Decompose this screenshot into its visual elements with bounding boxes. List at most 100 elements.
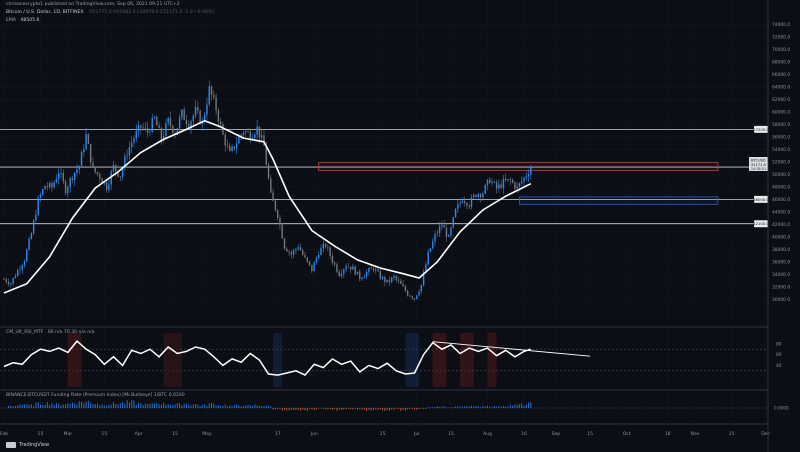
candle-body bbox=[457, 204, 459, 209]
candle-body bbox=[308, 261, 311, 265]
funding-bar bbox=[131, 400, 133, 408]
candle-body bbox=[44, 186, 46, 190]
candle-body bbox=[365, 272, 368, 277]
funding-bar bbox=[288, 408, 290, 411]
candle-body bbox=[397, 279, 400, 281]
candle-body bbox=[306, 257, 309, 262]
candle-body bbox=[112, 164, 115, 172]
candle-body bbox=[67, 187, 69, 194]
funding-bar bbox=[156, 403, 158, 408]
funding-bar bbox=[377, 408, 379, 410]
funding-bar bbox=[211, 402, 213, 408]
candle-body bbox=[71, 178, 74, 180]
candle-body bbox=[493, 181, 496, 183]
funding-bar bbox=[290, 408, 292, 410]
funding-bar bbox=[500, 406, 502, 408]
funding-bar bbox=[58, 403, 60, 408]
funding-bar bbox=[420, 408, 422, 409]
candle-body bbox=[466, 202, 468, 206]
candle-body bbox=[197, 107, 199, 111]
funding-bar bbox=[516, 404, 518, 408]
funding-bar bbox=[434, 407, 436, 408]
funding-bar bbox=[252, 406, 254, 408]
candle-body bbox=[7, 282, 10, 285]
candle-body bbox=[165, 123, 167, 137]
candle-body bbox=[509, 179, 511, 180]
funding-bar bbox=[44, 405, 46, 408]
funding-bar bbox=[21, 404, 23, 408]
funding-bar bbox=[69, 403, 71, 408]
candle-body bbox=[48, 183, 51, 187]
price-tick-label: 56000.0 bbox=[772, 134, 790, 140]
support-zone[interactable] bbox=[519, 196, 719, 205]
funding-bar bbox=[138, 403, 140, 408]
funding-bar bbox=[240, 406, 242, 408]
funding-bar bbox=[528, 402, 530, 408]
candle-body bbox=[500, 184, 502, 188]
funding-bar bbox=[233, 405, 235, 408]
candle-body bbox=[511, 179, 514, 183]
funding-bar bbox=[65, 404, 67, 408]
candle-body bbox=[28, 238, 30, 250]
price-tick-label: 58000.0 bbox=[772, 122, 790, 128]
symbol-name[interactable]: Bitcoin / U.S. Dollar, 1D, BITFINEX bbox=[6, 10, 84, 15]
candle-body bbox=[523, 177, 525, 182]
candle-body bbox=[384, 276, 386, 282]
funding-bar bbox=[496, 406, 498, 408]
candle-body bbox=[429, 248, 432, 252]
funding-bar bbox=[359, 408, 361, 409]
funding-bar bbox=[158, 404, 160, 408]
time-tick-label: 18 bbox=[665, 431, 671, 437]
candle-body bbox=[370, 268, 372, 270]
candle-body bbox=[254, 134, 256, 138]
price-tick-label: 54000.0 bbox=[772, 147, 790, 153]
funding-bar bbox=[493, 406, 495, 408]
funding-bar bbox=[220, 406, 222, 408]
funding-bar bbox=[26, 404, 28, 408]
funding-bar bbox=[201, 404, 203, 408]
candle-body bbox=[363, 276, 366, 278]
candle-body bbox=[438, 226, 441, 234]
funding-bar bbox=[409, 408, 411, 409]
rsi-highlight-zone bbox=[163, 333, 182, 387]
candle-body bbox=[169, 117, 172, 126]
price-tick-label: 42000.0 bbox=[772, 222, 790, 228]
tradingview-footer[interactable]: TradingView bbox=[6, 442, 49, 448]
candle-body bbox=[149, 132, 151, 133]
funding-bar bbox=[208, 403, 210, 408]
candle-body bbox=[185, 119, 188, 125]
candle-body bbox=[215, 97, 217, 111]
candle-body bbox=[219, 121, 222, 125]
candle-body bbox=[356, 271, 359, 275]
funding-bar bbox=[509, 404, 511, 408]
funding-bar bbox=[432, 407, 434, 408]
price-tick-label: 70000.0 bbox=[772, 47, 790, 53]
time-tick-label: 17 bbox=[275, 431, 281, 437]
candle-body bbox=[242, 132, 245, 135]
candle-body bbox=[302, 250, 304, 255]
rsi-tick-label: 60 bbox=[776, 352, 782, 358]
candle-body bbox=[279, 217, 281, 225]
candle-body bbox=[140, 125, 142, 128]
resistance-zone[interactable] bbox=[318, 162, 719, 172]
candle-body bbox=[395, 276, 397, 280]
candle-body bbox=[505, 178, 507, 181]
time-tick-label: Mar bbox=[64, 431, 73, 437]
funding-bar bbox=[176, 403, 178, 408]
candle-body bbox=[320, 248, 322, 255]
candle-body bbox=[434, 234, 436, 242]
ema-legend[interactable]: EMA 48505.6 bbox=[6, 18, 39, 23]
funding-legend[interactable]: BINANCE:BTCUSDT Funding Rate (Premium In… bbox=[6, 393, 185, 398]
funding-bar bbox=[391, 408, 393, 410]
price-tick-label: 60000.0 bbox=[772, 110, 790, 116]
funding-bar bbox=[204, 404, 206, 408]
candle-body bbox=[393, 276, 395, 278]
candle-body bbox=[450, 227, 452, 236]
chart-canvas[interactable]: 30000.0 32000.0 34000.0 36000.0 38000.0 40000… bbox=[0, 0, 800, 452]
candle-body bbox=[349, 266, 352, 270]
funding-bar bbox=[441, 406, 443, 408]
candle-body bbox=[3, 279, 5, 281]
rsi-legend[interactable]: CM_Ult_RSI_MTF 66 n/a 70 30 n/a n/a bbox=[6, 330, 95, 335]
funding-bar bbox=[418, 408, 420, 409]
funding-bar bbox=[206, 406, 208, 408]
